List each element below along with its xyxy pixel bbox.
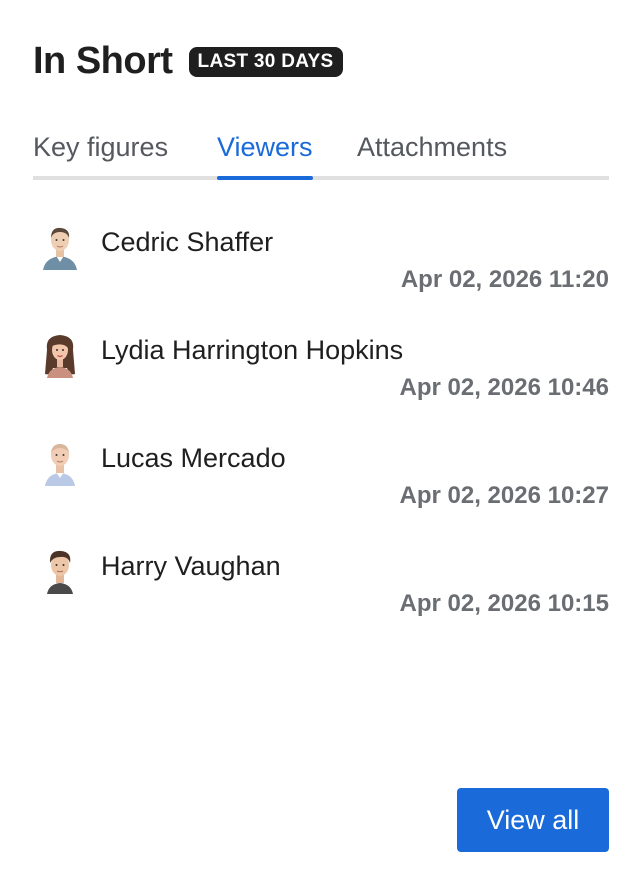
panel-header: In Short LAST 30 DAYS (33, 36, 343, 86)
view-all-button[interactable]: View all (457, 788, 609, 852)
viewer-timestamp: Apr 02, 2026 10:15 (399, 590, 609, 617)
viewer-name: Cedric Shaffer (101, 227, 274, 257)
viewer-list-item[interactable]: Lydia Harrington Hopkins Apr 02, 2026 10… (33, 332, 609, 432)
woman-long-hair-avatar (45, 335, 75, 378)
viewer-list-item[interactable]: Harry Vaughan Apr 02, 2026 10:15 (33, 548, 609, 648)
viewer-timestamp: Apr 02, 2026 10:27 (399, 482, 609, 509)
tab-attachments[interactable]: Attachments (357, 128, 507, 176)
tab-viewers[interactable]: Viewers (217, 128, 313, 180)
viewer-list-item[interactable]: Lucas Mercado Apr 02, 2026 10:27 (33, 440, 609, 540)
panel-title: In Short (33, 39, 173, 82)
viewer-name: Lucas Mercado (101, 443, 286, 473)
viewer-name: Harry Vaughan (101, 551, 281, 581)
viewer-timestamp: Apr 02, 2026 10:46 (399, 374, 609, 401)
man-styled-hair-avatar (47, 550, 73, 594)
tab-label: Attachments (357, 132, 508, 162)
viewer-list-item[interactable]: Cedric Shaffer Apr 02, 2026 11:20 (33, 224, 609, 324)
viewer-name: Lydia Harrington Hopkins (101, 335, 404, 365)
man-short-hair-avatar (43, 227, 77, 270)
tab-label: Viewers (217, 132, 313, 162)
man-bald-avatar (45, 444, 75, 486)
tab-key-figures[interactable]: Key figures (33, 128, 168, 176)
period-badge: LAST 30 DAYS (188, 47, 343, 77)
viewer-timestamp: Apr 02, 2026 11:20 (400, 266, 609, 293)
active-tab-indicator (217, 176, 313, 180)
tab-bar: Key figures Viewers Attachments (33, 128, 609, 180)
in-short-panel: In Short LAST 30 DAYS Key figures Viewer… (33, 0, 609, 890)
tab-label: Key figures (33, 132, 169, 162)
